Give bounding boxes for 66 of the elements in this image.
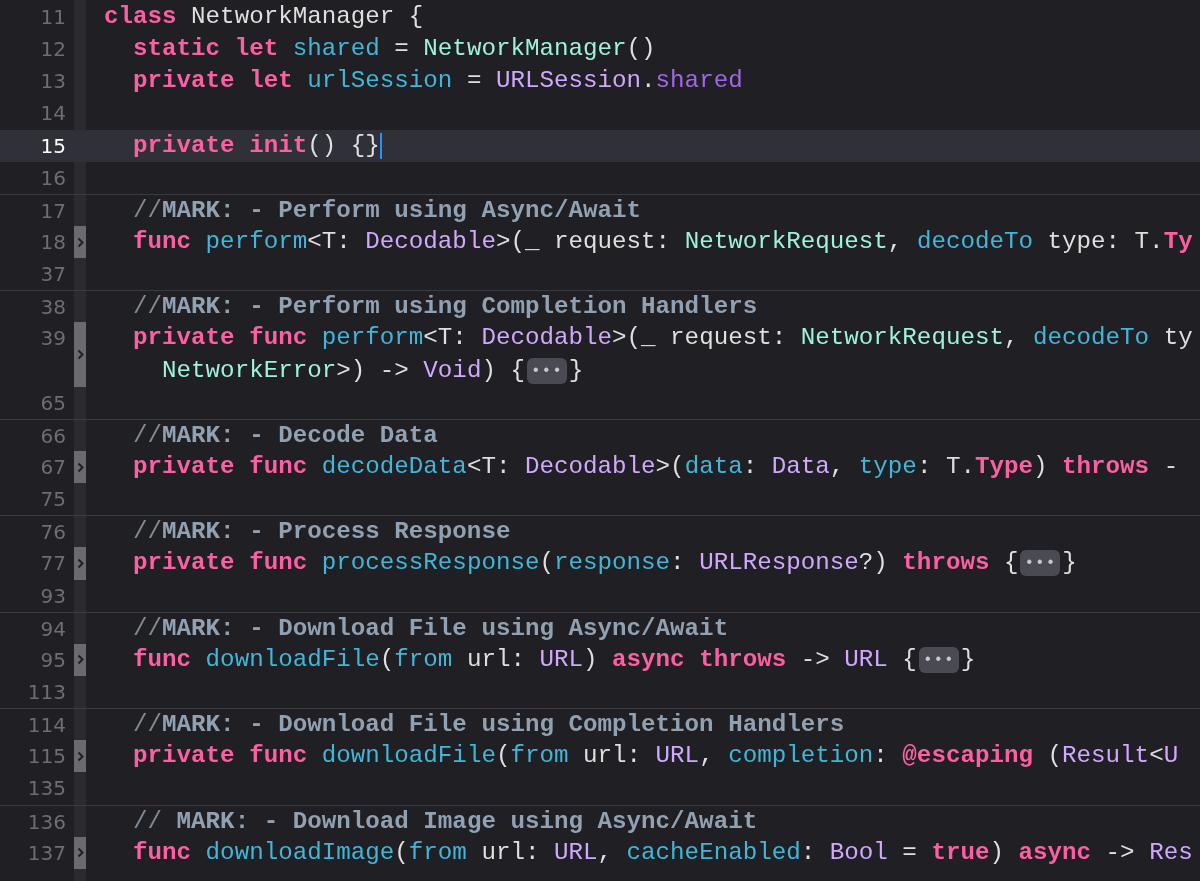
line-number: 114 [27,712,66,740]
code-text: private init() {} [132,130,380,161]
line-number: 77 [40,550,66,578]
folded-code-button[interactable]: ••• [918,646,959,673]
line-number: 76 [40,519,66,547]
chevron-right-icon [76,461,84,473]
code-text: //MARK: - Perform using Async/Await [132,195,642,226]
code-text: NetworkError>) -> Void) { [161,355,525,386]
line-number: 13 [40,68,66,96]
line-number: 115 [27,743,66,771]
code-text: } [568,355,584,386]
line-number: 15 [40,132,66,160]
code-text: func downloadFile(from url: URL) async throws -> URL { [132,644,917,675]
code-text: private func processResponse(response: URLResponse?) throws { [132,548,1019,579]
fold-button[interactable] [74,451,86,484]
line-number: 16 [40,164,66,192]
fold-button[interactable] [74,547,86,580]
code-text: } [960,644,976,675]
code-text: private func decodeData<T: Decodable>(data: Data, type: T.Type) throws - [132,452,1179,482]
folded-code-button[interactable]: ••• [526,357,567,384]
line-number: 137 [27,839,66,867]
line-number: 66 [40,422,66,450]
code-text: } [1062,548,1077,579]
text-cursor [379,132,382,159]
folded-code-button[interactable]: ••• [1020,550,1061,577]
line-number: 18 [40,229,66,256]
code-text: //MARK: - Download File using Completion Handlers [132,710,845,741]
line-number: 136 [27,808,66,836]
code-text: //MARK: - Decode Data [132,420,438,451]
line-number: 95 [40,646,66,674]
code-text: func perform<T: Decodable>(_ request: NetworkRequest, decodeTo type: T.Ty [132,227,1193,257]
fold-button[interactable] [74,643,86,676]
code-text: private let urlSession = URLSession.shared [132,66,743,97]
code-text: static let shared = NetworkManager() [132,34,656,65]
code-text: //MARK: - Process Response [132,517,511,548]
fold-button[interactable] [74,740,86,773]
code-text: // MARK: - Download Image using Async/Await [132,806,758,837]
line-number: 14 [40,100,66,128]
fold-button[interactable] [74,226,86,259]
line-number: 12 [40,36,66,64]
chevron-right-icon [76,236,84,248]
chevron-right-icon [76,654,84,666]
code-text: //MARK: - Download File using Async/Await [132,613,729,644]
line-number: 135 [27,775,66,803]
chevron-right-icon [76,750,84,762]
code-text: private func perform<T: Decodable>(_ request: NetworkRequest, decodeTo ty [132,323,1193,354]
code-text: class NetworkManager { [104,2,424,32]
line-number: 37 [40,261,66,289]
chevron-right-icon [76,349,84,361]
chevron-right-icon [76,557,84,569]
line-number: 113 [27,678,66,706]
line-number: 17 [40,197,66,225]
code-text: private func downloadFile(from url: URL, completion: @escaping (Result<U [132,741,1179,772]
line-number: 67 [40,454,66,481]
fold-button[interactable] [74,836,86,869]
code-text: //MARK: - Perform using Completion Handlers [132,292,758,323]
line-number: 93 [40,582,66,610]
line-number: 38 [40,294,66,322]
line-number: 94 [40,615,66,643]
line-number: 75 [40,486,66,514]
chevron-right-icon [76,847,84,859]
line-number: 39 [40,325,66,353]
fold-button[interactable] [74,322,86,387]
line-number: 65 [40,389,66,417]
line-number: 11 [40,4,66,31]
code-text: func downloadImage(from url: URL, cacheEnabled: Bool = true) async -> Res [132,837,1193,868]
